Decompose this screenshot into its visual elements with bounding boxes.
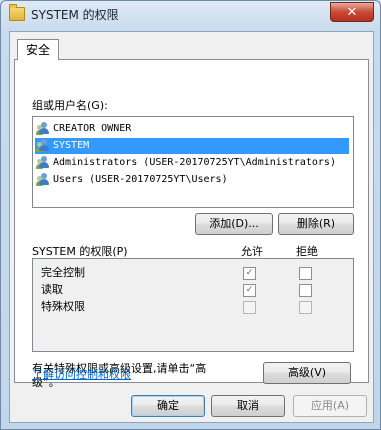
cancel-button[interactable]: 取消 <box>211 395 285 417</box>
permissions-dialog: SYSTEM 的权限 ✕ 安全 组或用户名(G): CREATOR OWNER … <box>0 0 381 430</box>
permissions-header: SYSTEM 的权限(P) <box>32 245 128 258</box>
remove-button[interactable]: 删除(R) <box>278 213 354 235</box>
user-group-icon <box>36 156 51 170</box>
user-item-administrators[interactable]: Administrators (USER-20170725YT\Administ… <box>35 155 343 171</box>
user-item-creator-owner[interactable]: CREATOR OWNER <box>35 121 343 137</box>
users-listbox[interactable]: CREATOR OWNER SYSTEM Administrators (USE… <box>32 116 354 208</box>
groups-label: 组或用户名(G): <box>32 99 108 112</box>
user-name: SYSTEM <box>53 140 90 151</box>
advanced-button[interactable]: 高级(V) <box>263 362 351 384</box>
user-group-icon <box>36 173 51 187</box>
access-control-help-link[interactable]: 了解访问控制和权限 <box>32 366 131 382</box>
window-title: SYSTEM 的权限 <box>31 8 119 22</box>
close-button[interactable]: ✕ <box>330 2 374 22</box>
ok-button[interactable]: 确定 <box>131 395 205 417</box>
apply-button: 应用(A) <box>293 395 367 417</box>
title-bar: SYSTEM 的权限 ✕ <box>1 1 380 27</box>
user-name: CREATOR OWNER <box>53 123 132 134</box>
folder-icon <box>9 4 25 21</box>
security-tab-panel: 组或用户名(G): CREATOR OWNER SYSTEM Administr… <box>14 59 369 389</box>
allow-read-checkbox[interactable]: ✓ <box>243 284 256 297</box>
user-name: Users (USER-20170725YT\Users) <box>53 174 228 185</box>
user-group-icon <box>36 122 51 136</box>
permission-label-full-control: 完全控制 <box>41 266 85 279</box>
deny-full-control-checkbox[interactable] <box>299 267 312 280</box>
permissions-list: 完全控制 ✓ 读取 ✓ 特殊权限 <box>32 258 354 352</box>
deny-read-checkbox[interactable] <box>299 284 312 297</box>
permission-label-special: 特殊权限 <box>41 300 85 313</box>
add-button[interactable]: 添加(D)... <box>195 213 273 235</box>
allow-column-header: 允许 <box>241 245 263 258</box>
deny-column-header: 拒绝 <box>296 245 318 258</box>
dialog-client-area: 安全 组或用户名(G): CREATOR OWNER SYSTEM Admini… <box>9 31 374 423</box>
user-item-users[interactable]: Users (USER-20170725YT\Users) <box>35 172 343 188</box>
allow-full-control-checkbox[interactable]: ✓ <box>243 267 256 280</box>
deny-special-checkbox <box>299 301 312 314</box>
user-item-system[interactable]: SYSTEM <box>35 138 349 154</box>
allow-special-checkbox <box>243 301 256 314</box>
permission-label-read: 读取 <box>41 283 63 296</box>
user-name: Administrators (USER-20170725YT\Administ… <box>53 157 336 168</box>
user-group-icon <box>36 139 51 153</box>
tab-security[interactable]: 安全 <box>17 39 60 60</box>
